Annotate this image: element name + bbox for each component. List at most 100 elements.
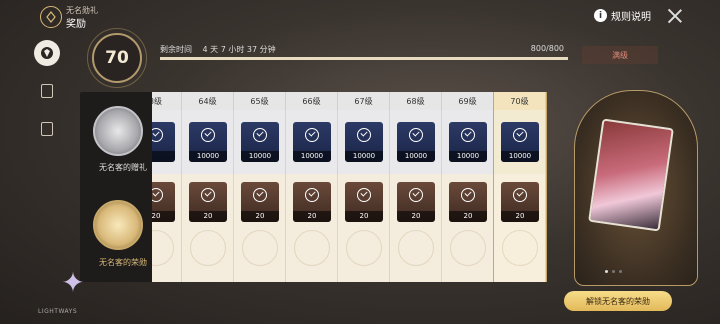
claimed-check-icon (152, 128, 163, 142)
paid-reward-item[interactable]: 20 (501, 182, 539, 222)
event-logo-icon (40, 6, 62, 28)
claimed-check-icon (201, 188, 215, 202)
page-title: 奖励 (66, 19, 86, 30)
seal-watermark-icon (502, 230, 538, 266)
carousel-dot[interactable] (619, 270, 622, 273)
reward-columns[interactable]: 3级 20 64级 10000 20 65级 10000 20 66级 10000 20 67级 100… (152, 92, 550, 282)
close-icon[interactable] (666, 7, 684, 25)
level-column[interactable]: 67级 10000 20 (338, 92, 390, 282)
level-column[interactable]: 64级 10000 20 (182, 92, 234, 282)
paid-reward-qty: 20 (397, 211, 435, 222)
time-label: 剩余时间 (160, 45, 192, 54)
free-reward-cell: 10000 (442, 110, 494, 174)
level-label: 65级 (234, 92, 286, 110)
level-column[interactable]: 65级 10000 20 (234, 92, 286, 282)
claimed-check-icon (253, 188, 267, 202)
level-column[interactable]: 69级 10000 20 (442, 92, 494, 282)
claimed-check-icon (357, 128, 371, 142)
exp-progress-fill (160, 57, 568, 60)
claimed-check-icon (409, 128, 423, 142)
claimed-check-icon (201, 128, 215, 142)
exp-count: 800/800 (530, 44, 564, 53)
free-reward-item[interactable]: 10000 (345, 122, 383, 162)
paid-reward-qty: 20 (345, 211, 383, 222)
level-column[interactable]: 3级 20 (152, 92, 182, 282)
free-reward-cell: 10000 (234, 110, 286, 174)
paid-reward-cell: 20 (338, 174, 390, 282)
paid-reward-qty: 20 (293, 211, 331, 222)
paid-reward-qty: 20 (241, 211, 279, 222)
level-column[interactable]: 68级 10000 20 (390, 92, 442, 282)
free-reward-qty (152, 151, 175, 162)
free-reward-qty: 10000 (241, 151, 279, 162)
character-card-image[interactable] (588, 118, 674, 232)
brand-watermark: LIGHTWAYS (38, 308, 78, 315)
seal-watermark-icon (294, 230, 330, 266)
level-column[interactable]: 70级 10000 20 (493, 92, 547, 282)
rules-button[interactable]: i 规则说明 (594, 8, 651, 23)
paid-reward-cell: 20 (390, 174, 442, 282)
level-label: 69级 (442, 92, 494, 110)
free-reward-qty: 10000 (397, 151, 435, 162)
free-track-emblem-icon (93, 106, 143, 156)
level-label: 70级 (494, 92, 546, 110)
free-reward-item[interactable]: 10000 (241, 122, 279, 162)
star-decoration-icon: ✦ (61, 266, 85, 299)
claimed-check-icon (513, 128, 527, 142)
level-label: 67级 (338, 92, 390, 110)
free-reward-item[interactable]: 10000 (397, 122, 435, 162)
unlock-button[interactable]: 解锁无名客的荣勋 (564, 291, 672, 311)
carousel-dot[interactable] (605, 270, 608, 273)
time-remaining: 剩余时间 4 天 7 小时 37 分钟 800/800 (160, 44, 568, 55)
free-reward-qty: 10000 (189, 151, 227, 162)
paid-reward-qty: 20 (449, 211, 487, 222)
claimed-check-icon (253, 128, 267, 142)
current-level: 70 (87, 28, 147, 88)
claimed-check-icon (357, 188, 371, 202)
paid-reward-item[interactable]: 20 (152, 182, 175, 222)
paid-track-emblem-icon (93, 200, 143, 250)
claimed-check-icon (305, 188, 319, 202)
free-reward-qty: 10000 (501, 151, 539, 162)
showcase-frame (574, 90, 698, 286)
level-label: 3级 (152, 92, 182, 110)
nav-missions[interactable] (34, 78, 60, 104)
free-reward-cell: 10000 (286, 110, 338, 174)
free-reward-item[interactable]: 10000 (501, 122, 539, 162)
paid-reward-item[interactable]: 20 (189, 182, 227, 222)
emblem-icon (41, 47, 53, 59)
paid-reward-qty: 20 (152, 211, 175, 222)
free-reward-cell: 10000 (390, 110, 442, 174)
carousel-dot[interactable] (612, 270, 615, 273)
paid-reward-cell: 20 (234, 174, 286, 282)
free-reward-qty: 10000 (449, 151, 487, 162)
nav-rewards[interactable] (34, 40, 60, 66)
info-icon: i (594, 9, 607, 22)
paid-reward-item[interactable]: 20 (293, 182, 331, 222)
level-label: 66级 (286, 92, 338, 110)
free-reward-item[interactable] (152, 122, 175, 162)
carousel-dots (605, 270, 622, 273)
claimed-check-icon (461, 188, 475, 202)
paid-reward-item[interactable]: 20 (449, 182, 487, 222)
free-reward-item[interactable]: 10000 (293, 122, 331, 162)
free-reward-cell: 10000 (338, 110, 390, 174)
shop-icon (41, 122, 53, 136)
clipboard-icon (41, 84, 53, 98)
claimed-check-icon (409, 188, 423, 202)
nav-shop[interactable] (34, 116, 60, 142)
seal-watermark-icon (152, 230, 174, 266)
paid-reward-item[interactable]: 20 (397, 182, 435, 222)
level-label: 64级 (182, 92, 234, 110)
max-level-badge: 满级 (582, 46, 658, 64)
claimed-check-icon (461, 128, 475, 142)
seal-watermark-icon (450, 230, 486, 266)
free-reward-item[interactable]: 10000 (449, 122, 487, 162)
paid-track-label: 无名客的荣勋 (99, 258, 147, 267)
paid-reward-item[interactable]: 20 (345, 182, 383, 222)
level-column[interactable]: 66级 10000 20 (286, 92, 338, 282)
free-reward-item[interactable]: 10000 (189, 122, 227, 162)
paid-reward-qty: 20 (501, 211, 539, 222)
time-value: 4 天 7 小时 37 分钟 (202, 45, 276, 54)
paid-reward-item[interactable]: 20 (241, 182, 279, 222)
